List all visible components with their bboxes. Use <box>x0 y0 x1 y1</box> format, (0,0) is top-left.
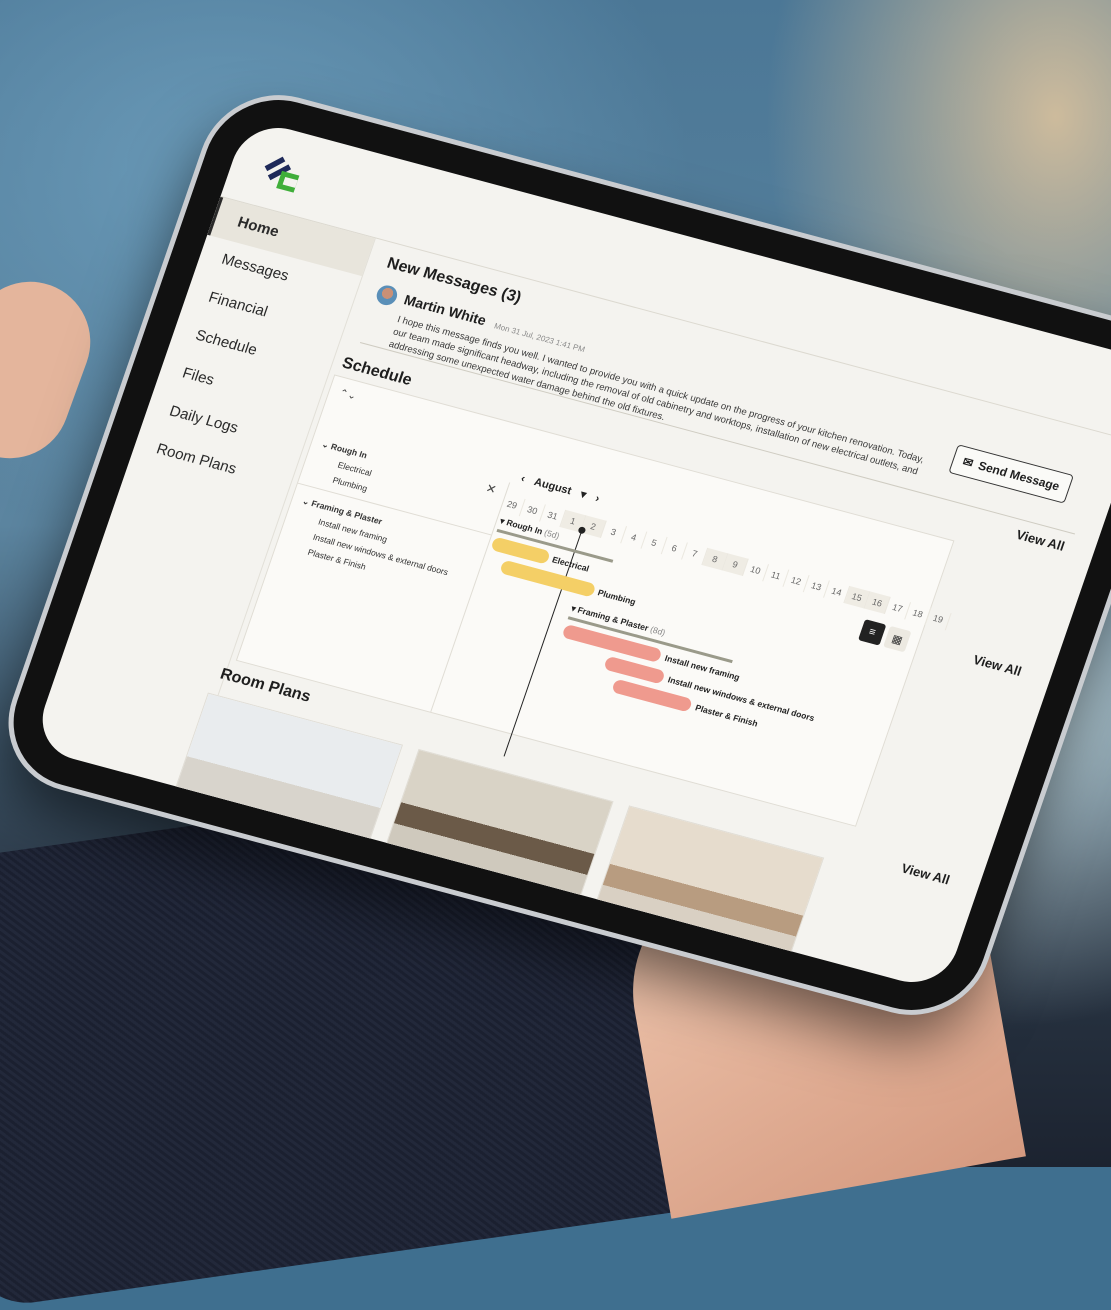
gantt-duration: (5d) <box>543 527 561 541</box>
avatar <box>373 283 400 308</box>
day-cell: 19 <box>925 607 952 631</box>
gantt-chart: ‹ August ▾ › 29 30 31 1 2 3 4 5 6 7 8 9 10 11 12 13 14 15… <box>430 465 952 825</box>
rooms-view-all-link[interactable]: View All <box>899 860 951 887</box>
schedule-view-all-link[interactable]: View All <box>971 652 1023 679</box>
messages-view-all-link[interactable]: View All <box>1014 527 1066 554</box>
chevron-down-icon[interactable]: ▾ <box>579 488 589 502</box>
view-toggle: ≡ ▦ <box>857 619 912 653</box>
month-label[interactable]: August <box>533 476 574 497</box>
electrical-bar-label: Electrical <box>550 554 591 574</box>
collapse-icon[interactable]: ⌃⌄ <box>338 388 358 403</box>
chevron-right-icon[interactable]: › <box>594 492 601 504</box>
send-message-button[interactable]: ✉ Send Message <box>948 444 1075 504</box>
gantt-view-icon[interactable]: ≡ <box>857 619 887 646</box>
calendar-view-icon[interactable]: ▦ <box>883 625 912 653</box>
company-logo-icon <box>264 156 300 193</box>
chevron-left-icon[interactable]: ‹ <box>519 472 526 484</box>
send-message-label: Send Message <box>976 458 1062 494</box>
plumbing-bar-label: Plumbing <box>596 587 638 607</box>
gantt-duration: (8d) <box>648 624 667 638</box>
mail-icon: ✉ <box>960 454 976 471</box>
